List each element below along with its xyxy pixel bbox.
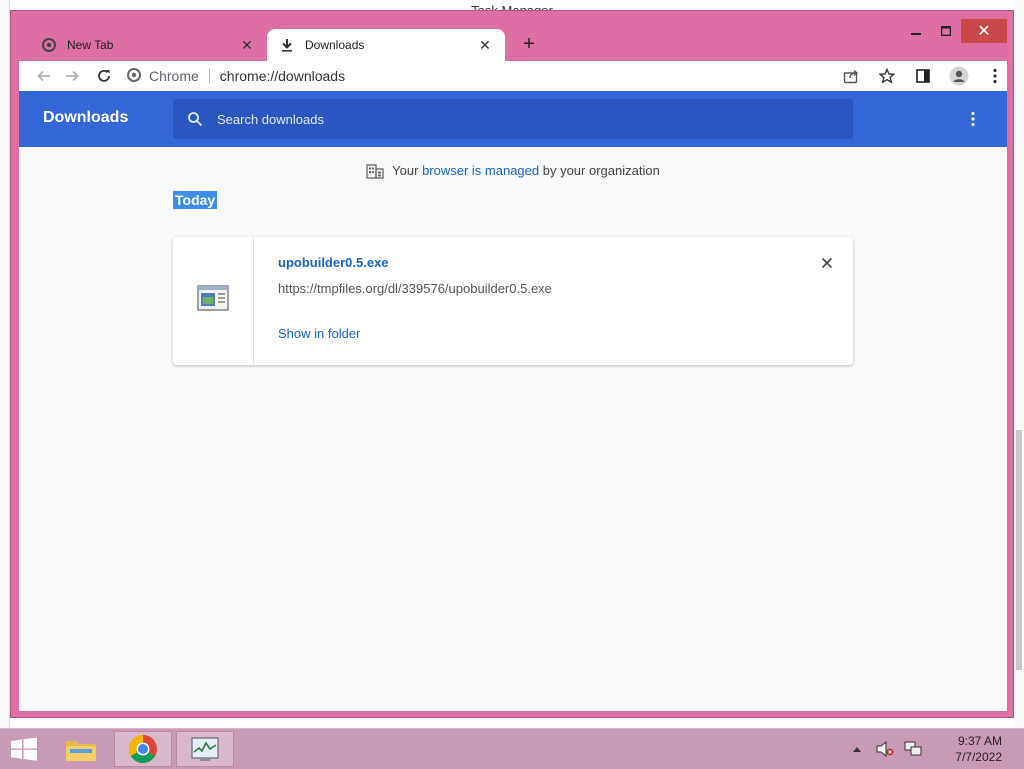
share-icon[interactable]: [839, 65, 863, 87]
reload-icon[interactable]: [93, 65, 115, 87]
address-bar[interactable]: Chrome chrome://downloads: [127, 63, 807, 89]
downloads-page: Downloads Search downloads Your browser …: [19, 91, 1007, 711]
omnibox-separator: [208, 68, 210, 84]
system-clock[interactable]: 9:37 AM 7/7/2022: [932, 733, 1024, 765]
clock-date: 7/7/2022: [955, 750, 1002, 764]
speaker-muted-icon[interactable]: [876, 740, 894, 758]
search-placeholder: Search downloads: [217, 111, 324, 127]
clock-time: 9:37 AM: [957, 734, 1002, 748]
tab-title: New Tab: [67, 38, 114, 52]
maximize-icon[interactable]: [931, 19, 961, 43]
task-manager-taskbar-icon[interactable]: [176, 731, 234, 767]
executable-file-icon: [197, 284, 229, 318]
tab-new-tab[interactable]: New Tab ✕: [29, 29, 267, 61]
back-arrow-icon[interactable]: [33, 65, 55, 87]
close-tab-icon[interactable]: ✕: [477, 37, 493, 53]
file-icon-column: [173, 237, 254, 365]
close-tab-icon[interactable]: ✕: [239, 37, 255, 53]
download-icon: [279, 37, 295, 53]
profile-avatar-icon[interactable]: [947, 65, 971, 87]
download-filename-link[interactable]: upobuilder0.5.exe: [278, 255, 389, 270]
site-chip-label: Chrome: [149, 68, 199, 84]
windows-start-icon[interactable]: [10, 737, 38, 761]
browser-window: New Tab ✕ Downloads ✕ + ✕ Chrome chrome:…: [10, 10, 1014, 718]
minimize-icon[interactable]: [901, 19, 931, 43]
network-icon[interactable]: [904, 740, 922, 758]
downloads-menu-icon[interactable]: [963, 109, 983, 129]
window-controls: ✕: [901, 19, 1007, 43]
show-hidden-icons-icon[interactable]: [848, 740, 866, 758]
forward-arrow-icon[interactable]: [61, 65, 83, 87]
tab-downloads[interactable]: Downloads ✕: [267, 29, 505, 61]
file-explorer-taskbar-icon[interactable]: [52, 731, 110, 767]
chrome-site-icon: [127, 67, 141, 85]
tab-strip: New Tab ✕ Downloads ✕ + ✕: [19, 19, 1007, 61]
system-tray: 9:37 AM 7/7/2022: [848, 729, 1024, 769]
menu-kebab-icon[interactable]: [983, 65, 1007, 87]
managed-prefix: Your: [392, 162, 423, 178]
managed-link[interactable]: browser is managed: [422, 163, 539, 178]
chrome-icon: [41, 37, 57, 53]
managed-notice: Your browser is managed by your organiza…: [19, 161, 1007, 179]
downloads-header: Downloads Search downloads: [19, 91, 1007, 147]
building-icon: [366, 161, 384, 179]
chrome-taskbar-icon[interactable]: [114, 731, 172, 767]
background-window-edge: [0, 0, 10, 728]
url-text[interactable]: chrome://downloads: [220, 68, 345, 84]
toolbar-actions: [827, 65, 1007, 87]
new-tab-button[interactable]: +: [519, 34, 539, 55]
download-source-url[interactable]: https://tmpfiles.org/dl/339576/upobuilde…: [278, 281, 552, 296]
close-window-icon[interactable]: ✕: [961, 19, 1007, 43]
search-icon: [187, 111, 203, 127]
search-downloads-field[interactable]: Search downloads: [173, 99, 853, 139]
bookmark-star-icon[interactable]: [875, 65, 899, 87]
page-title: Downloads: [43, 109, 129, 126]
background-scroll-thumb[interactable]: [1016, 430, 1022, 670]
browser-toolbar: Chrome chrome://downloads: [19, 61, 1007, 91]
taskbar: 9:37 AM 7/7/2022: [0, 728, 1024, 769]
date-section-heading: Today: [173, 191, 218, 209]
show-in-folder-link[interactable]: Show in folder: [278, 326, 360, 341]
remove-download-icon[interactable]: [819, 255, 835, 271]
side-panel-icon[interactable]: [911, 65, 935, 87]
download-item-card: upobuilder0.5.exe https://tmpfiles.org/d…: [173, 237, 853, 365]
tab-title: Downloads: [305, 38, 365, 52]
managed-suffix: by your organization: [539, 162, 660, 178]
